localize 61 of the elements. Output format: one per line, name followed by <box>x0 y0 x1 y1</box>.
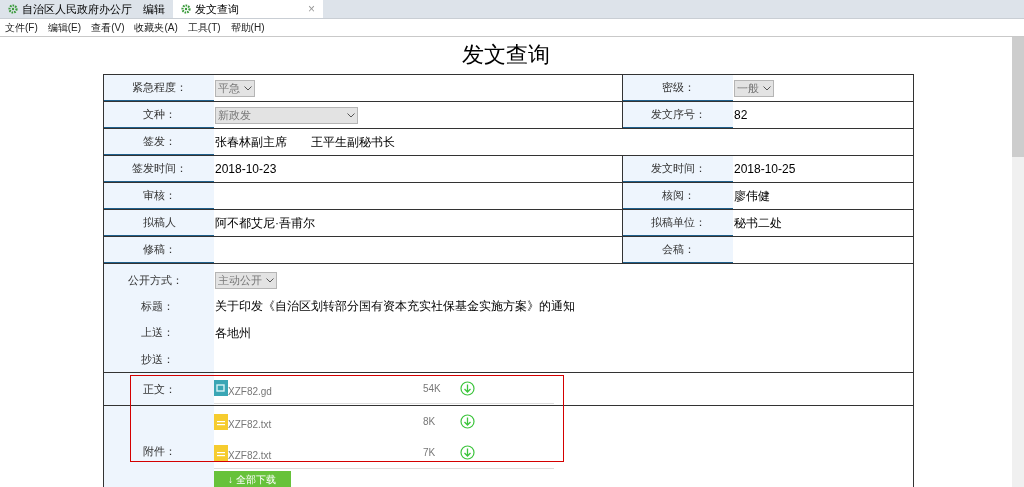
close-icon[interactable]: × <box>308 0 315 18</box>
field-label: 签发： <box>104 129 214 155</box>
field-label: 附件： <box>104 406 214 487</box>
file-name[interactable]: XZF82.gd <box>228 383 423 399</box>
dropdown[interactable]: 一般 <box>734 79 774 97</box>
field-label: 签发时间： <box>104 156 214 182</box>
field-value: 各地州 <box>215 324 251 342</box>
field-label: 标题： <box>140 299 175 315</box>
field-label: 拟稿单位： <box>623 210 733 236</box>
chevron-down-icon <box>763 85 771 91</box>
menu-item[interactable]: 查看(V) <box>86 20 130 35</box>
field-label: 发文序号： <box>623 102 733 128</box>
field-label: 核阅： <box>623 183 733 209</box>
field-label: 上送： <box>140 325 175 341</box>
document-icon <box>214 380 228 396</box>
chevron-down-icon <box>244 85 252 91</box>
menu-item[interactable]: 收藏夹(A) <box>129 20 183 35</box>
field-label: 文种： <box>104 102 214 128</box>
file-name[interactable]: XZF82.txt <box>228 448 423 463</box>
field-value: 2018-10-25 <box>734 161 796 178</box>
menu-item[interactable]: 帮助(H) <box>225 20 270 35</box>
field-value: 张春林副主席 王平生副秘书长 <box>215 134 395 151</box>
download-icon[interactable] <box>460 445 475 460</box>
field-label: 修稿： <box>104 237 214 263</box>
field-label: 正文： <box>104 373 214 405</box>
field-value: 阿不都艾尼·吾甫尔 <box>215 215 315 232</box>
field-label: 会稿： <box>623 237 733 263</box>
page-title: 发文查询 <box>461 41 551 69</box>
menu-item[interactable]: 编辑(E) <box>42 20 87 35</box>
field-label: 审核： <box>104 183 214 209</box>
field-value: 秘书二处 <box>734 215 782 232</box>
browser-tab[interactable]: 发文查询 × <box>173 0 323 18</box>
dropdown[interactable]: 主动公开 <box>215 271 277 289</box>
dropdown[interactable]: 平急 <box>215 79 255 97</box>
gear-icon <box>8 4 18 14</box>
scrollbar-thumb[interactable] <box>1012 37 1024 157</box>
file-size: 8K <box>423 415 437 429</box>
field-label: 发文时间： <box>623 156 733 182</box>
text-file-icon <box>214 413 228 430</box>
gear-icon <box>181 4 191 14</box>
field-label: 抄送： <box>140 351 175 367</box>
file-size: 7K <box>423 446 437 460</box>
file-name[interactable]: XZF82.txt <box>228 417 423 432</box>
field-label: 密级： <box>623 75 733 101</box>
field-value: 82 <box>734 107 748 124</box>
dropdown[interactable]: 新政发 <box>215 106 358 124</box>
field-label: 拟稿人 <box>104 210 214 236</box>
text-file-icon <box>214 444 228 461</box>
field-value: 廖伟健 <box>734 188 770 205</box>
field-label: 紧急程度： <box>104 75 214 101</box>
field-value: 关于印发《自治区划转部分国有资本充实社保基金实施方案》的通知 <box>215 298 575 316</box>
field-label: 公开方式： <box>127 272 184 288</box>
file-size: 54K <box>423 381 442 396</box>
download-icon[interactable] <box>460 414 475 429</box>
menu-item[interactable]: 文件(F) <box>0 20 43 35</box>
menu-item[interactable]: 工具(T) <box>182 20 226 35</box>
scrollbar[interactable] <box>1012 37 1024 487</box>
field-value: 2018-10-23 <box>215 161 277 178</box>
download-icon[interactable] <box>460 380 475 396</box>
chevron-down-icon <box>347 112 355 118</box>
chevron-down-icon <box>266 277 274 283</box>
